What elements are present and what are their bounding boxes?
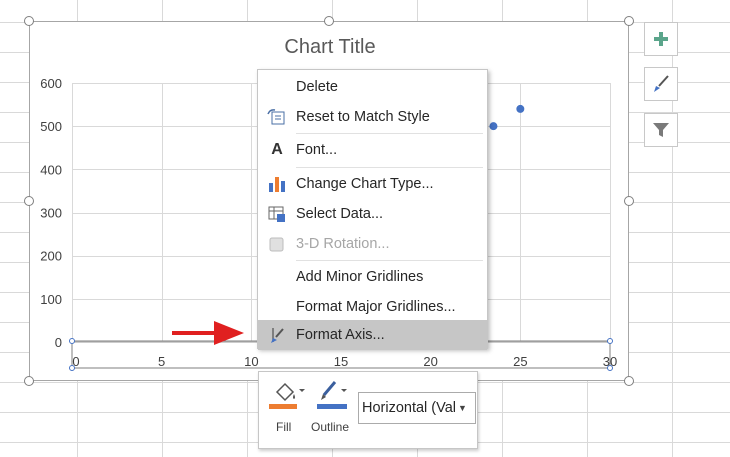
x-tick-label: 5 [158, 354, 165, 369]
data-point[interactable] [516, 104, 525, 113]
x-tick-label: 10 [244, 354, 258, 369]
resize-handle-top-right[interactable] [624, 16, 634, 26]
resize-handle-top-center[interactable] [324, 16, 334, 26]
menu-item-format-axis[interactable]: Format Axis... [258, 320, 487, 350]
outline-button[interactable]: Outline [311, 378, 357, 442]
menu-separator [296, 260, 483, 261]
menu-item-3d-rotation[interactable]: 3-D Rotation... [258, 229, 487, 259]
menu-item-label: Format Major Gridlines... [296, 299, 456, 315]
menu-item-font[interactable]: A Font... [258, 135, 487, 165]
font-icon: A [271, 141, 283, 158]
x-tick-label: 15 [334, 354, 348, 369]
chart-styles-button[interactable] [644, 67, 678, 101]
vertical-axis[interactable]: 600 500 400 300 200 100 0 [40, 76, 62, 350]
menu-item-reset-to-match-style[interactable]: Reset to Match Style [258, 102, 487, 132]
resize-handle-middle-left[interactable] [24, 196, 34, 206]
data-point[interactable] [489, 122, 498, 131]
chart-filters-button[interactable] [644, 113, 678, 147]
menu-item-label: Format Axis... [296, 327, 385, 343]
y-tick-label: 600 [40, 76, 62, 91]
resize-handle-middle-right[interactable] [624, 196, 634, 206]
chevron-down-icon: ▼ [458, 403, 467, 413]
y-tick-label: 500 [40, 119, 62, 134]
y-tick-label: 200 [40, 249, 62, 264]
resize-handle-bottom-right[interactable] [624, 376, 634, 386]
fill-button[interactable]: Fill [267, 378, 307, 442]
y-tick-label: 400 [40, 162, 62, 177]
blank-icon [258, 292, 296, 322]
paint-bucket-icon [269, 382, 305, 409]
y-tick-label: 0 [55, 335, 62, 350]
menu-item-label: Font... [296, 142, 338, 158]
menu-item-change-chart-type[interactable]: Change Chart Type... [258, 169, 487, 199]
x-tick-label: 30 [603, 354, 617, 369]
blank-icon [258, 72, 296, 102]
x-tick-label: 25 [513, 354, 527, 369]
select-data-icon [258, 199, 296, 229]
resize-handle-top-left[interactable] [24, 16, 34, 26]
menu-item-label: Reset to Match Style [296, 109, 430, 125]
brush-icon [654, 75, 669, 92]
menu-item-label: Change Chart Type... [296, 176, 434, 192]
menu-item-label: Select Data... [296, 206, 384, 222]
axis-selection-handle[interactable] [69, 338, 75, 344]
chart-element-select-value: Horizontal (Val [362, 400, 457, 416]
menu-item-format-major-gridlines[interactable]: Format Major Gridlines... [258, 292, 487, 322]
menu-separator [296, 167, 483, 168]
pen-outline-icon [317, 381, 347, 409]
format-axis-icon [258, 320, 296, 350]
y-tick-label: 100 [40, 292, 62, 307]
menu-item-add-minor-gridlines[interactable]: Add Minor Gridlines [258, 262, 487, 292]
mini-toolbar: Fill Outline Horizontal (Val ▼ [258, 371, 478, 449]
3d-rotation-icon [258, 229, 296, 259]
pointer-arrow [172, 321, 244, 345]
chart-type-icon [258, 169, 296, 199]
x-tick-label: 0 [72, 354, 79, 369]
outline-label: Outline [311, 420, 350, 434]
chart-elements-button[interactable] [644, 22, 678, 56]
blank-icon [258, 262, 296, 292]
axis-selection-handle[interactable] [607, 338, 613, 344]
chart-element-select[interactable]: Horizontal (Val ▼ [358, 392, 476, 424]
y-tick-label: 300 [40, 206, 62, 221]
menu-item-label: 3-D Rotation... [296, 236, 390, 252]
menu-item-label: Add Minor Gridlines [296, 269, 424, 285]
reset-style-icon [258, 102, 296, 132]
menu-separator [296, 133, 483, 134]
menu-item-select-data[interactable]: Select Data... [258, 199, 487, 229]
plus-icon [654, 32, 668, 46]
fill-label: Fill [276, 420, 292, 434]
menu-item-label: Delete [296, 79, 338, 95]
menu-item-delete[interactable]: Delete [258, 72, 487, 102]
x-tick-label: 20 [423, 354, 437, 369]
resize-handle-bottom-left[interactable] [24, 376, 34, 386]
filter-icon [653, 123, 669, 137]
context-menu: Delete Reset to Match Style A Font... Ch… [257, 69, 488, 350]
